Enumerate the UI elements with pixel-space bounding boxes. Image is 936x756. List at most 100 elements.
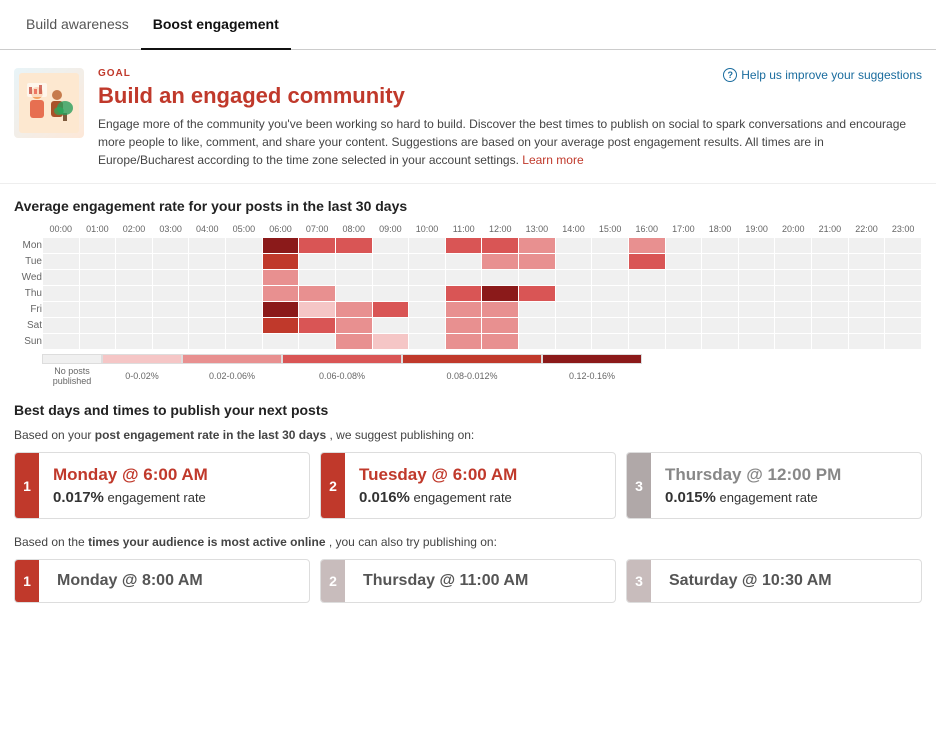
help-icon: ?	[723, 68, 737, 82]
suggestion-card: 3Thursday @ 12:00 PM0.015% engagement ra…	[626, 452, 922, 519]
hour-label: 00:00	[42, 224, 79, 238]
heat-cell	[79, 334, 116, 350]
legend-label: 0.12-0.16%	[542, 371, 642, 381]
heat-cell	[592, 254, 629, 270]
heat-cell	[519, 254, 556, 270]
heat-cell	[409, 254, 446, 270]
heat-cell	[42, 238, 79, 254]
heat-cell	[152, 254, 189, 270]
heat-cell	[335, 270, 372, 286]
help-improve-link[interactable]: ? Help us improve your suggestions	[723, 68, 922, 82]
legend-label: 0-0.02%	[102, 371, 182, 381]
hour-label: 06:00	[262, 224, 299, 238]
heat-cell	[775, 238, 812, 254]
heat-cell	[152, 318, 189, 334]
heat-cell	[592, 270, 629, 286]
heat-cell	[592, 334, 629, 350]
heat-cell	[885, 318, 922, 334]
heat-cell	[262, 318, 299, 334]
audience-cards: 1Monday @ 8:00 AM2Thursday @ 11:00 AM3Sa…	[14, 559, 922, 603]
heat-cell	[702, 334, 739, 350]
legend-bar	[182, 354, 282, 364]
heat-cell	[372, 270, 409, 286]
card-time: Monday @ 6:00 AM	[53, 465, 295, 485]
audience-time: Saturday @ 10:30 AM	[669, 572, 832, 590]
heat-cell	[372, 254, 409, 270]
heat-cell	[42, 254, 79, 270]
heat-cell	[885, 238, 922, 254]
day-label: Sat	[14, 318, 42, 334]
audience-rank: 2	[321, 560, 345, 602]
heat-cell	[335, 302, 372, 318]
heat-cell	[519, 302, 556, 318]
heat-cell	[79, 238, 116, 254]
goal-section: GOAL Build an engaged community Engage m…	[0, 50, 936, 184]
heat-cell	[482, 286, 519, 302]
heat-cell	[372, 318, 409, 334]
heat-cell	[152, 334, 189, 350]
heat-cell	[555, 270, 592, 286]
heat-cell	[738, 286, 775, 302]
day-label: Sun	[14, 334, 42, 350]
best-times-section: Best days and times to publish your next…	[0, 386, 936, 613]
heat-cell	[189, 318, 226, 334]
heat-cell	[335, 254, 372, 270]
heat-cell	[519, 318, 556, 334]
hour-label: 15:00	[592, 224, 629, 238]
heat-cell	[482, 270, 519, 286]
heatmap-row: Wed	[14, 270, 922, 286]
heat-cell	[189, 254, 226, 270]
heat-cell	[848, 286, 885, 302]
heat-cell	[409, 334, 446, 350]
heat-cell	[665, 302, 702, 318]
heat-cell	[628, 254, 665, 270]
heat-cell	[262, 270, 299, 286]
legend-bar	[282, 354, 402, 364]
heat-cell	[335, 318, 372, 334]
heat-cell	[42, 270, 79, 286]
hour-label: 17:00	[665, 224, 702, 238]
heat-cell	[738, 254, 775, 270]
heat-cell	[775, 302, 812, 318]
heat-cell	[445, 254, 482, 270]
tab-build-awareness[interactable]: Build awareness	[14, 0, 141, 49]
hour-label: 19:00	[738, 224, 775, 238]
heat-cell	[555, 334, 592, 350]
heat-cell	[848, 238, 885, 254]
heat-cell	[189, 334, 226, 350]
goal-illustration	[14, 68, 84, 138]
heat-cell	[738, 238, 775, 254]
heat-cell	[445, 334, 482, 350]
heat-cell	[262, 238, 299, 254]
heat-cell	[152, 302, 189, 318]
day-label: Wed	[14, 270, 42, 286]
heat-cell	[299, 238, 336, 254]
heat-cell	[702, 302, 739, 318]
day-label: Thu	[14, 286, 42, 302]
heat-cell	[885, 286, 922, 302]
tab-boost-engagement[interactable]: Boost engagement	[141, 0, 291, 50]
goal-text: GOAL Build an engaged community Engage m…	[98, 68, 922, 169]
heat-cell	[226, 334, 263, 350]
audience-card: 1Monday @ 8:00 AM	[14, 559, 310, 603]
heatmap-section: Average engagement rate for your posts i…	[0, 184, 936, 386]
card-rate: 0.015% engagement rate	[665, 489, 907, 506]
heat-cell	[738, 318, 775, 334]
heatmap-table: 00:0001:0002:0003:0004:0005:0006:0007:00…	[14, 224, 922, 350]
heat-cell	[372, 238, 409, 254]
heat-cell	[848, 334, 885, 350]
heat-cell	[79, 318, 116, 334]
hour-label: 23:00	[885, 224, 922, 238]
heat-cell	[555, 318, 592, 334]
heat-cell	[519, 238, 556, 254]
heat-cell	[738, 302, 775, 318]
legend-label: 0.02-0.06%	[182, 371, 282, 381]
heat-cell	[628, 334, 665, 350]
heat-cell	[702, 254, 739, 270]
heat-cell	[555, 302, 592, 318]
heat-cell	[299, 286, 336, 302]
heat-cell	[665, 286, 702, 302]
hour-label: 11:00	[445, 224, 482, 238]
learn-more-link[interactable]: Learn more	[522, 153, 583, 167]
legend-bar	[42, 354, 102, 364]
